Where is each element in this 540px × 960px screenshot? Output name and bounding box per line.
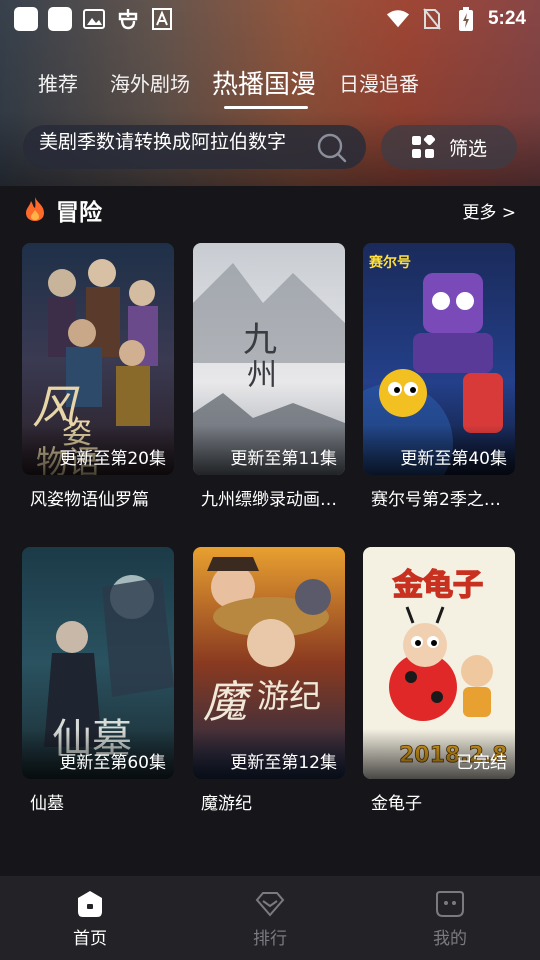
nav-ranking[interactable]: 排行 bbox=[180, 876, 360, 960]
font-icon bbox=[150, 7, 174, 31]
tab-japanese-anime[interactable]: 日漫追番 bbox=[339, 68, 419, 97]
nav-profile-label: 我的 bbox=[433, 929, 467, 949]
poster-image[interactable]: 风 姿 物语 更新至第20集 bbox=[22, 243, 174, 475]
poster-image[interactable]: 九 州 更新至第11集 bbox=[193, 243, 345, 475]
poster-image[interactable]: 仙墓 更新至第60集 bbox=[22, 547, 174, 779]
search-icon[interactable] bbox=[316, 132, 348, 164]
svg-text:魔: 魔 bbox=[203, 677, 254, 728]
poster-image[interactable]: 赛尔号 更新至第40集 bbox=[363, 243, 515, 475]
category-tabs: 推荐 海外剧场 热播国漫 日漫追番 bbox=[0, 58, 540, 110]
video-card[interactable]: 九 州 更新至第11集 九州缥缈录动画… bbox=[193, 243, 345, 510]
status-time: 5:24 bbox=[487, 8, 526, 29]
profile-icon bbox=[436, 891, 464, 917]
video-card[interactable]: 风 姿 物语 更新至第20集 风姿物语仙罗篇 bbox=[22, 243, 174, 510]
nav-profile[interactable]: 我的 bbox=[360, 876, 540, 960]
episode-badge: 更新至第12集 bbox=[230, 753, 337, 773]
svg-text:州: 州 bbox=[247, 358, 277, 393]
card-title: 赛尔号第2季之… bbox=[371, 490, 501, 510]
active-tab-indicator bbox=[224, 106, 308, 109]
card-title: 仙墓 bbox=[30, 794, 64, 814]
episode-badge: 更新至第60集 bbox=[59, 753, 166, 773]
filter-button[interactable]: 筛选 bbox=[381, 125, 517, 169]
search-input[interactable]: 美剧季数请转换成阿拉伯数字 bbox=[23, 125, 366, 169]
nav-home[interactable]: 首页 bbox=[0, 876, 180, 960]
svg-text:游纪: 游纪 bbox=[257, 677, 321, 715]
poster-image[interactable]: 魔 游纪 更新至第12集 bbox=[193, 547, 345, 779]
filter-grid-icon bbox=[411, 135, 435, 158]
tab-overseas-theater[interactable]: 海外剧场 bbox=[110, 68, 190, 97]
svg-text:赛尔号: 赛尔号 bbox=[368, 254, 411, 271]
video-card[interactable]: 赛尔号 更新至第40集 赛尔号第2季之… bbox=[363, 243, 515, 510]
card-title: 魔游纪 bbox=[201, 794, 252, 814]
no-sim-icon bbox=[420, 7, 444, 31]
episode-badge: 更新至第40集 bbox=[400, 449, 507, 469]
ranking-icon bbox=[255, 892, 285, 917]
header-banner: 5:24 推荐 海外剧场 热播国漫 日漫追番 美剧季数请转换成阿拉伯数字 筛选 bbox=[0, 0, 540, 186]
battery-charging-icon bbox=[454, 7, 478, 31]
video-card[interactable]: 仙墓 更新至第60集 仙墓 bbox=[22, 547, 174, 814]
wifi-icon bbox=[386, 7, 410, 31]
home-icon bbox=[78, 891, 102, 917]
app-notification-icon bbox=[14, 7, 38, 31]
tab-recommend[interactable]: 推荐 bbox=[38, 68, 78, 97]
episode-badge: 更新至第11集 bbox=[230, 449, 337, 469]
card-title: 九州缥缈录动画… bbox=[201, 490, 337, 510]
episode-badge: 更新至第20集 bbox=[59, 449, 166, 469]
video-card[interactable]: 金龟子 2018.2.8 已完结 金龟子 bbox=[363, 547, 515, 814]
status-bar: 5:24 bbox=[0, 0, 540, 38]
nav-ranking-label: 排行 bbox=[253, 929, 287, 949]
search-text: 美剧季数请转换成阿拉伯数字 bbox=[39, 131, 287, 153]
episode-badge: 已完结 bbox=[456, 753, 507, 773]
video-card[interactable]: 魔 游纪 更新至第12集 魔游纪 bbox=[193, 547, 345, 814]
svg-text:金龟子: 金龟子 bbox=[392, 568, 483, 603]
card-title: 风姿物语仙罗篇 bbox=[30, 490, 149, 510]
image-icon bbox=[82, 7, 106, 31]
filter-label: 筛选 bbox=[448, 137, 487, 160]
svg-text:九: 九 bbox=[243, 320, 277, 360]
app-notification-icon bbox=[48, 7, 72, 31]
tab-hot-domestic-anime[interactable]: 热播国漫 bbox=[212, 64, 316, 101]
card-title: 金龟子 bbox=[371, 794, 422, 814]
poster-image[interactable]: 金龟子 2018.2.8 已完结 bbox=[363, 547, 515, 779]
nav-home-label: 首页 bbox=[73, 929, 107, 949]
bottom-navigation: 首页 排行 我的 bbox=[0, 876, 540, 960]
bug-icon bbox=[116, 7, 140, 31]
